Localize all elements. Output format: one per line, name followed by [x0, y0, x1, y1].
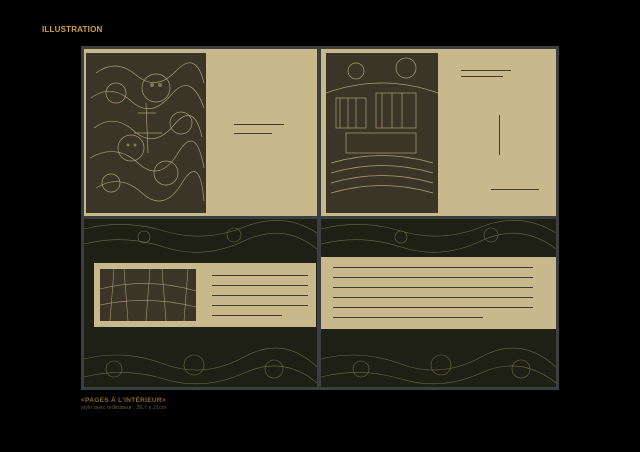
text-line	[212, 295, 308, 296]
text-line	[333, 307, 533, 308]
page-top-right	[321, 49, 556, 216]
illustration-board	[81, 46, 559, 390]
text-line	[212, 285, 308, 286]
text-line	[212, 275, 308, 276]
text-line	[333, 297, 533, 298]
caption-subtitle: stylo avec ordinateur , 26,7 x 21cm	[81, 405, 167, 411]
page-bottom-right	[321, 219, 556, 387]
monster-crowd-illustration	[86, 53, 206, 213]
section-heading: ILLUSTRATION	[42, 25, 103, 34]
text-line	[333, 287, 533, 288]
forest-inset-illustration	[100, 269, 196, 321]
text-line	[212, 305, 308, 306]
text-line	[212, 315, 282, 316]
text-line	[461, 76, 503, 77]
text-rule	[499, 115, 500, 155]
text-line	[333, 277, 533, 278]
text-frame	[321, 257, 556, 329]
caption-title: <PAGES À L’INTÉRIEUR>	[81, 397, 166, 404]
text-line	[461, 70, 511, 71]
inset-frame	[94, 263, 316, 327]
text-line	[234, 124, 284, 125]
text-line	[491, 189, 539, 190]
page-top-left	[84, 49, 317, 216]
text-line	[333, 267, 533, 268]
page-bottom-left	[84, 219, 317, 387]
text-line	[333, 317, 483, 318]
text-line	[234, 133, 272, 134]
city-illustration	[326, 53, 438, 213]
